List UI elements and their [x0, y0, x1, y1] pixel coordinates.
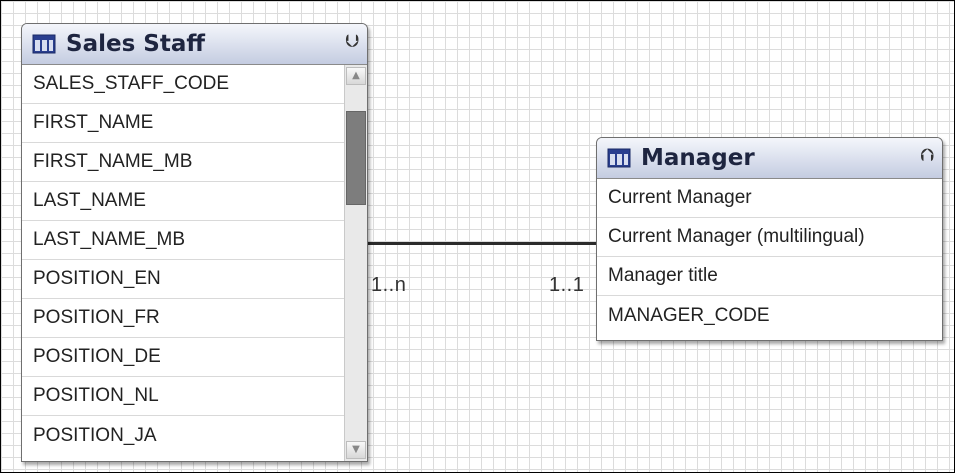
attribute-row[interactable]: POSITION_NL: [22, 377, 345, 416]
scroll-down-icon[interactable]: ▼: [346, 441, 366, 459]
attribute-row[interactable]: POSITION_FR: [22, 299, 345, 338]
chevron-double-up-icon[interactable]: ⮉: [920, 145, 934, 166]
attribute-row[interactable]: FIRST_NAME_MB: [22, 143, 345, 182]
attribute-row[interactable]: LAST_NAME: [22, 182, 345, 221]
entity-title: Manager: [641, 145, 755, 171]
table-icon: [32, 34, 56, 54]
attribute-row[interactable]: POSITION_DE: [22, 338, 345, 377]
sales-staff-entity[interactable]: Sales Staff ⮋ SALES_STAFF_CODE FIRST_NAM…: [21, 23, 368, 462]
scroll-up-icon[interactable]: ▲: [346, 67, 366, 85]
table-icon: [607, 148, 631, 168]
cardinality-left: 1..n: [371, 274, 407, 296]
attribute-row[interactable]: MANAGER_CODE: [597, 296, 942, 335]
attribute-row[interactable]: POSITION_EN: [22, 260, 345, 299]
attribute-list: SALES_STAFF_CODE FIRST_NAME FIRST_NAME_M…: [22, 65, 345, 455]
attribute-row[interactable]: Manager title: [597, 257, 942, 296]
attribute-row[interactable]: POSITION_JA: [22, 416, 345, 455]
diagram-canvas[interactable]: 1..n 1..1 Sales Staff ⮋ SALES_STAFF_CODE…: [0, 0, 955, 473]
attribute-row[interactable]: SALES_STAFF_CODE: [22, 65, 345, 104]
attribute-row[interactable]: Current Manager (multilingual): [597, 218, 942, 257]
sales-staff-header[interactable]: Sales Staff ⮋: [22, 24, 367, 65]
manager-entity[interactable]: Manager ⮉ Current Manager Current Manage…: [596, 137, 943, 341]
relationship-line[interactable]: [367, 242, 597, 245]
scroll-thumb[interactable]: [346, 111, 366, 205]
attribute-row[interactable]: FIRST_NAME: [22, 104, 345, 143]
vertical-scrollbar[interactable]: ▲ ▼: [344, 65, 367, 461]
manager-header[interactable]: Manager ⮉: [597, 138, 942, 179]
cardinality-right: 1..1: [549, 274, 585, 296]
attribute-row[interactable]: LAST_NAME_MB: [22, 221, 345, 260]
entity-title: Sales Staff: [66, 31, 205, 57]
chevron-double-down-icon[interactable]: ⮋: [345, 31, 359, 52]
attribute-list: Current Manager Current Manager (multili…: [597, 179, 942, 335]
attribute-row[interactable]: Current Manager: [597, 179, 942, 218]
